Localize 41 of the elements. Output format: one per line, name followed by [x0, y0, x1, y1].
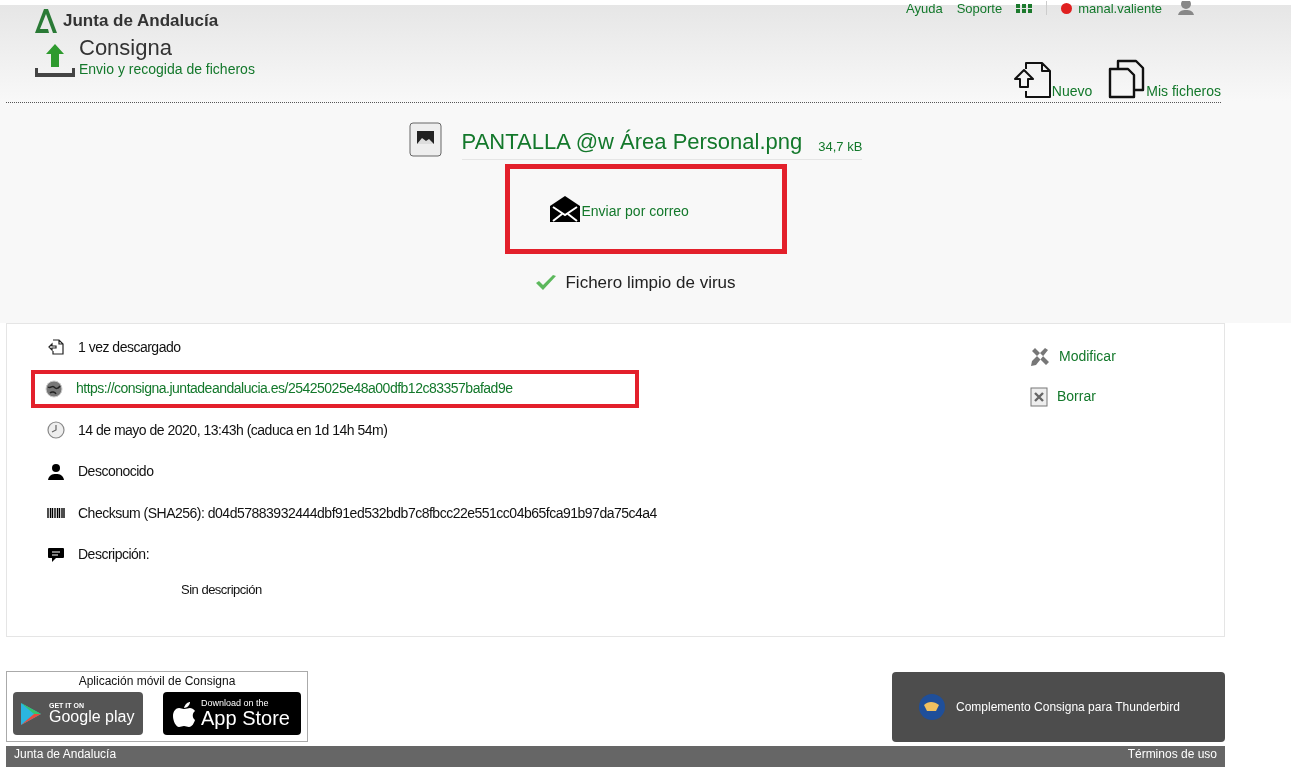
app-store-badge[interactable]: Download on the App Store [163, 692, 301, 735]
logo-icon [35, 8, 57, 33]
speech-bubble-icon [47, 545, 65, 564]
download-file-icon [47, 338, 65, 356]
apple-icon [173, 700, 195, 727]
app-subtitle: Envio y recogida de ficheros [79, 60, 255, 78]
files-icon [1108, 59, 1147, 99]
play-icon [21, 702, 41, 725]
email-link[interactable]: Enviar por correo [549, 196, 689, 222]
detail-text: Descripción: [78, 545, 150, 564]
brand-name: Junta de Andalucía [63, 10, 219, 32]
image-file-icon [408, 122, 442, 157]
detail-text: 14 de mayo de 2020, 13:43h (caduca en 1d 14h 54m) [78, 420, 388, 440]
side-action-link[interactable]: Borrar [1030, 386, 1224, 407]
header-action-link[interactable]: Nuevo [1011, 61, 1093, 99]
upload-file-icon [1011, 61, 1052, 99]
apps-grid-icon[interactable] [1016, 3, 1033, 13]
terms-link[interactable]: Términos de uso [1127, 746, 1217, 767]
clock-icon [47, 421, 65, 439]
virus-status: Fichero limpio de virus [565, 272, 736, 294]
file-size: 34,7 kB [818, 137, 863, 156]
delete-icon [1030, 386, 1048, 407]
detail-text: Checksum (SHA256): d04d57883932444dbf91ed532bdb7c8fbcc22e551cc04b65fca91b97da75c4a4 [78, 503, 657, 523]
app-title: Consigna [79, 35, 173, 60]
envelope-icon [549, 196, 580, 222]
top-link[interactable]: Ayuda [906, 1, 943, 15]
user-icon [47, 462, 65, 481]
user-menu[interactable]: manal.valiente [1061, 1, 1162, 15]
avatar-icon[interactable] [1176, 1, 1196, 15]
thunderbird-plugin-banner[interactable]: Complemento Consigna para Thunderbird [892, 672, 1225, 742]
file-name: PANTALLA @w Área Personal.png [461, 128, 803, 156]
side-action-link[interactable]: Modificar [1030, 346, 1224, 367]
mobile-app-title: Aplicación móvil de Consigna [78, 673, 236, 689]
footer-brand: Junta de Andalucía [14, 746, 117, 763]
check-icon [535, 273, 558, 292]
header-action-link[interactable]: Mis ficheros [1108, 59, 1221, 99]
detail-text: Desconocido [78, 462, 154, 481]
description-value: Sin descripción [181, 581, 263, 599]
top-link[interactable]: Soporte [956, 1, 1003, 15]
share-link[interactable]: https://consigna.juntadeandalucia.es/25425025e48a00dfb12c83357bafad9e [76, 378, 513, 399]
detail-text: 1 vez descargado [78, 337, 181, 357]
